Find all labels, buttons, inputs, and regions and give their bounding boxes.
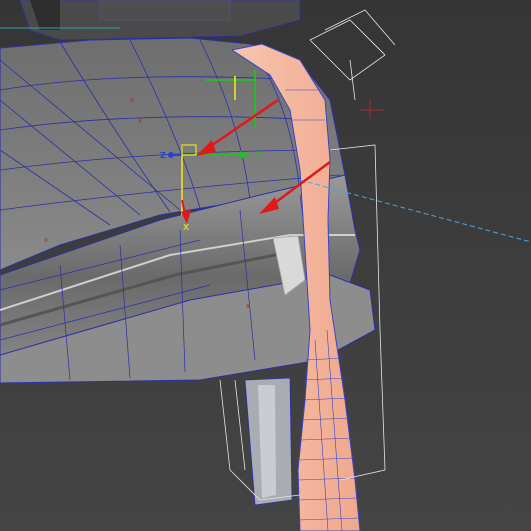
viewport-canvas[interactable]: x x x x Y X Z [0, 0, 531, 531]
pivot-marker: x [246, 302, 250, 310]
pivot-marker: x [138, 117, 142, 125]
gizmo-z-label: Z [160, 151, 166, 160]
3d-viewport[interactable]: x x x x Y X Z [0, 0, 531, 531]
gizmo-y-label: Y [255, 151, 262, 160]
pivot-marker: x [130, 96, 134, 104]
pivot-marker: x [44, 236, 48, 244]
upper-mesh[interactable] [0, 0, 301, 41]
gizmo-x-label: X [183, 223, 190, 232]
